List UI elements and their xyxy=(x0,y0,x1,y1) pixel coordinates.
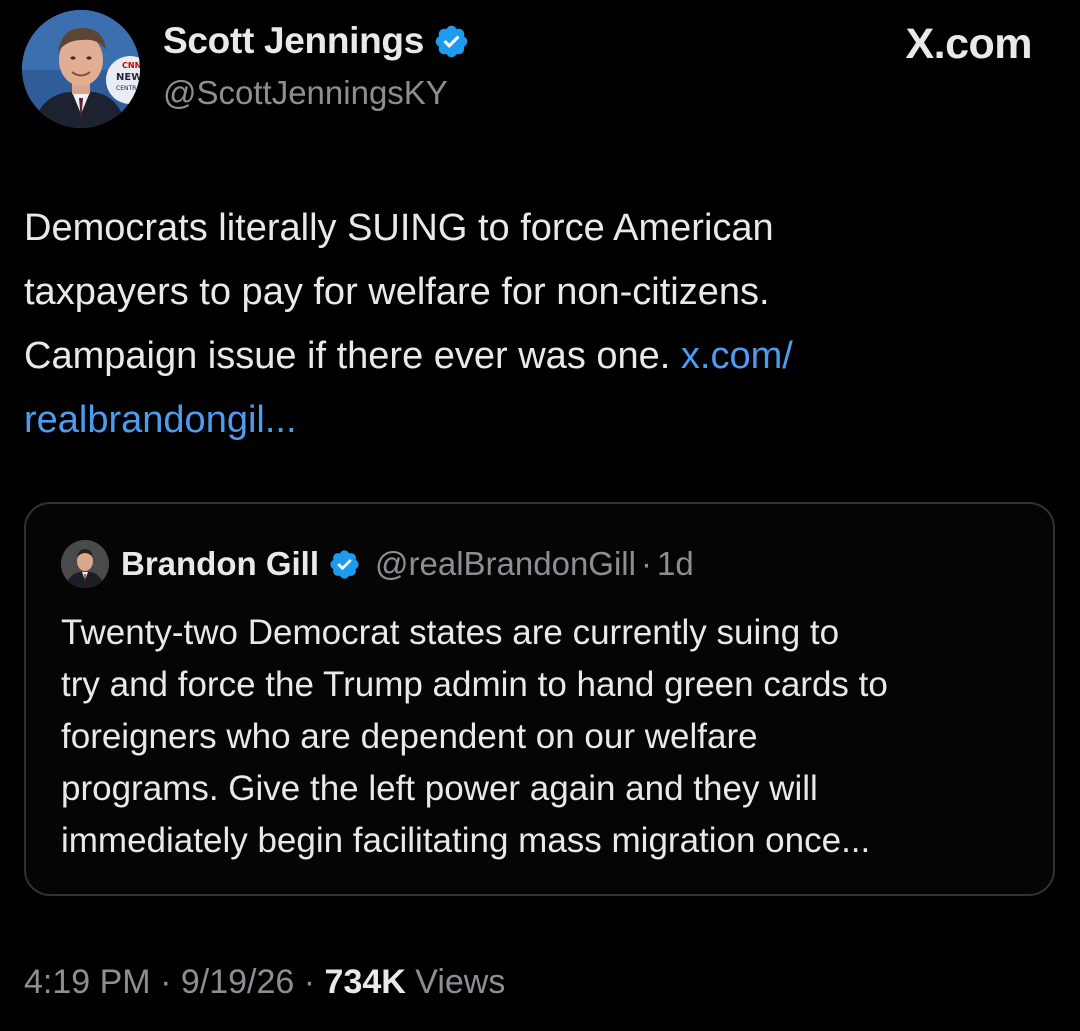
views-label: Views xyxy=(415,963,506,1001)
quoted-text-line: foreigners who are dependent on our welf… xyxy=(61,717,758,756)
separator-dot: · xyxy=(303,963,316,1001)
tweet-text-line: Campaign issue if there ever was one. x.… xyxy=(24,324,1044,388)
separator-dot: · xyxy=(640,545,652,582)
quoted-tweet-age[interactable]: 1d xyxy=(657,545,694,583)
tweet-text: Democrats literally SUING to force Ameri… xyxy=(24,196,1044,452)
separator-dot: · xyxy=(160,963,172,1001)
tweet-text-line: taxpayers to pay for welfare for non-cit… xyxy=(24,271,770,313)
views-count[interactable]: 734K xyxy=(325,963,406,1001)
quoted-text-line: try and force the Trump admin to hand gr… xyxy=(61,665,888,704)
author-avatar[interactable]: CNN NEW CENTRA xyxy=(22,10,140,128)
quoted-author-avatar[interactable] xyxy=(61,540,109,588)
verified-badge-icon xyxy=(433,23,470,60)
quoted-tweet-card[interactable]: Brandon Gill @realBrandonGill · 1d Twent… xyxy=(24,502,1055,896)
quoted-author-name[interactable]: Brandon Gill xyxy=(121,545,319,583)
tweet-meta: 4:19 PM · 9/19/26 · 734K Views xyxy=(24,963,505,1002)
author-name-row[interactable]: Scott Jennings xyxy=(163,20,470,62)
quoted-text-line: Twenty-two Democrat states are currently… xyxy=(61,613,840,652)
quoted-tweet-text: Twenty-two Democrat states are currently… xyxy=(61,607,1031,867)
svg-text:NEW: NEW xyxy=(116,72,140,83)
quoted-text-line: immediately begin facilitating mass migr… xyxy=(61,821,871,860)
tweet-link[interactable]: x.com/ xyxy=(681,335,793,377)
tweet-link-continuation[interactable]: realbrandongil... xyxy=(24,388,1044,452)
tweet-date[interactable]: 9/19/26 xyxy=(181,963,294,1001)
author-name[interactable]: Scott Jennings xyxy=(163,20,424,62)
quoted-tweet-header: Brandon Gill @realBrandonGill · 1d xyxy=(121,545,694,583)
svg-text:CNN: CNN xyxy=(122,61,140,70)
quoted-text-line: programs. Give the left power again and … xyxy=(61,769,818,808)
tweet-text-fragment: Campaign issue if there ever was one. xyxy=(24,335,671,377)
site-label: X.com xyxy=(905,20,1032,68)
tweet-time[interactable]: 4:19 PM xyxy=(24,963,151,1001)
verified-badge-icon xyxy=(328,548,361,581)
tweet-text-line: Democrats literally SUING to force Ameri… xyxy=(24,207,774,249)
author-handle[interactable]: @ScottJenningsKY xyxy=(163,74,448,112)
quoted-author-handle[interactable]: @realBrandonGill xyxy=(375,545,636,583)
svg-text:CENTRA: CENTRA xyxy=(116,85,140,92)
